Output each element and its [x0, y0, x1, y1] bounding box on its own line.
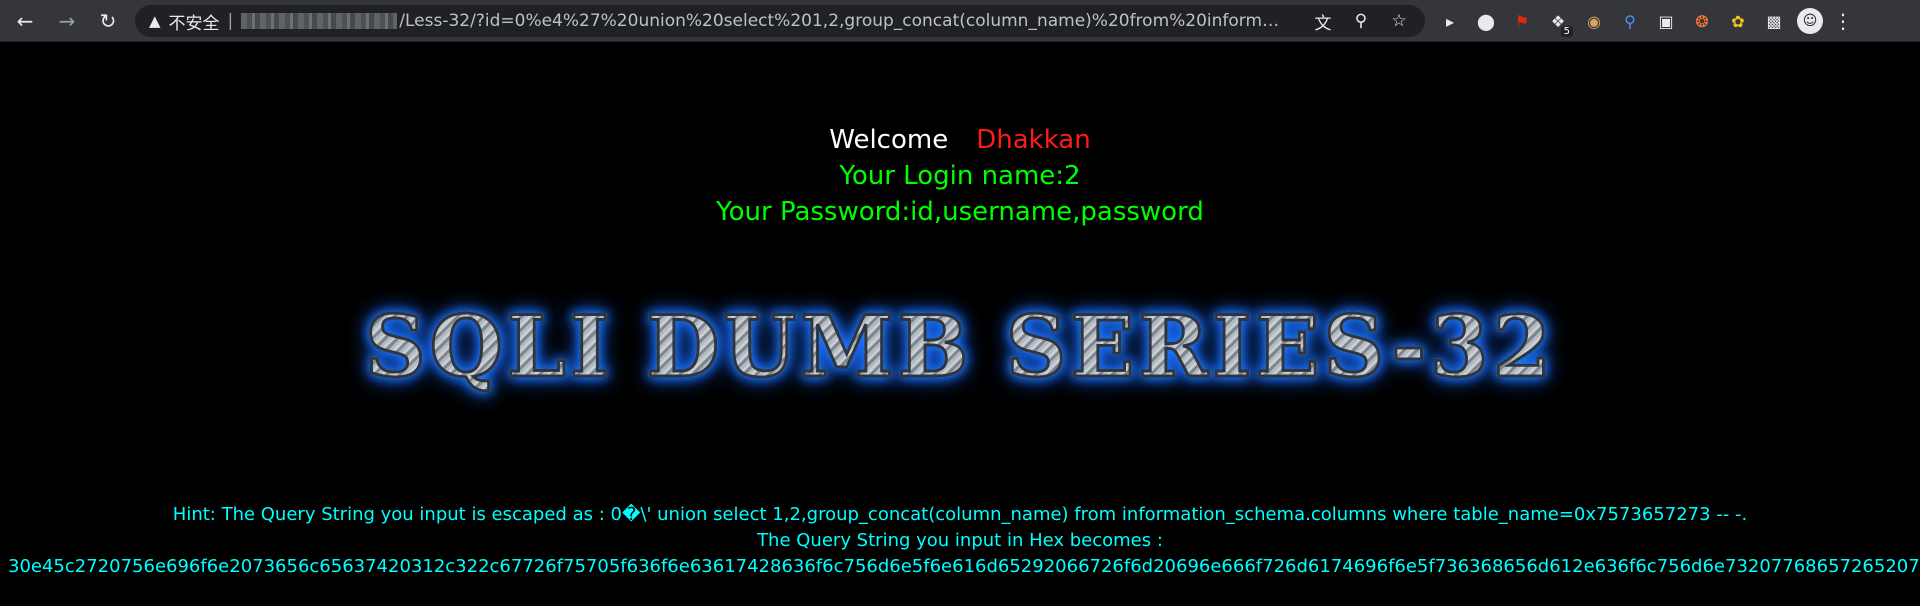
url-text[interactable]: /Less-32/?id=0%e4%27%20union%20select%20…: [399, 11, 1289, 31]
animal-icon[interactable]: ✿: [1725, 8, 1751, 34]
password-line: Your Password:id,username,password: [716, 197, 1204, 227]
welcome-line: Welcome Dhakkan: [0, 122, 1920, 158]
address-bar[interactable]: ▲ 不安全 | /Less-32/?id=0%e4%27%20union%20s…: [135, 5, 1425, 37]
extension-flag-icon[interactable]: ⚑: [1509, 8, 1535, 34]
translate-icon[interactable]: 文: [1311, 9, 1335, 34]
bookmark-star-icon[interactable]: ☆: [1387, 9, 1411, 33]
security-label[interactable]: 不安全: [169, 9, 220, 34]
menu-dots-icon[interactable]: ⋮: [1833, 9, 1853, 33]
address-separator: |: [227, 11, 234, 31]
welcome-text: Welcome: [829, 125, 949, 155]
login-name-line: Your Login name:2: [839, 161, 1081, 191]
forward-icon[interactable]: →: [54, 8, 80, 34]
glasses-icon[interactable]: ▣: [1653, 8, 1679, 34]
extension-arrow-icon[interactable]: ▸: [1437, 8, 1463, 34]
omnibox-actions: 文 ⚲ ☆: [1311, 9, 1411, 34]
zoom-icon[interactable]: ⚲: [1349, 9, 1373, 33]
browser-toolbar: ← → ↻ ▲ 不安全 | /Less-32/?id=0%e4%27%20uni…: [0, 0, 1920, 42]
warning-icon[interactable]: ▲: [149, 12, 161, 30]
puzzle-icon[interactable]: ▩: [1761, 8, 1787, 34]
page-content: Welcome Dhakkan Your Login name:2 Your Pa…: [0, 42, 1920, 606]
series-banner: SQLI DUMB SERIES-32: [0, 296, 1920, 398]
hint-line: Hint: The Query String you input is esca…: [172, 504, 1748, 525]
hint-section: Hint: The Query String you input is esca…: [0, 502, 1920, 554]
location-pin-icon[interactable]: ⚲: [1617, 8, 1643, 34]
cookie-icon[interactable]: ◉: [1581, 8, 1607, 34]
hex-value: 30e45c2720756e696f6e2073656c65637420312c…: [8, 556, 1920, 577]
extension-badge-count: 5: [1560, 26, 1573, 37]
lifebuoy-icon[interactable]: ❂: [1689, 8, 1715, 34]
login-result: Welcome Dhakkan Your Login name:2 Your Pa…: [0, 122, 1920, 230]
back-icon[interactable]: ←: [12, 8, 38, 34]
extension-circle-icon[interactable]: ⬤: [1473, 8, 1499, 34]
user-name: Dhakkan: [976, 125, 1091, 155]
profile-avatar[interactable]: ☺: [1797, 8, 1823, 34]
blurred-host: [241, 13, 398, 29]
reload-icon[interactable]: ↻: [95, 8, 121, 34]
extension-badge-icon[interactable]: ❖ 5: [1545, 8, 1573, 37]
hex-label: The Query String you input in Hex become…: [757, 530, 1163, 551]
extensions-bar: ▸ ⬤ ⚑ ❖ 5 ◉ ⚲ ▣ ❂ ✿ ▩ ☺ ⋮: [1437, 8, 1853, 37]
